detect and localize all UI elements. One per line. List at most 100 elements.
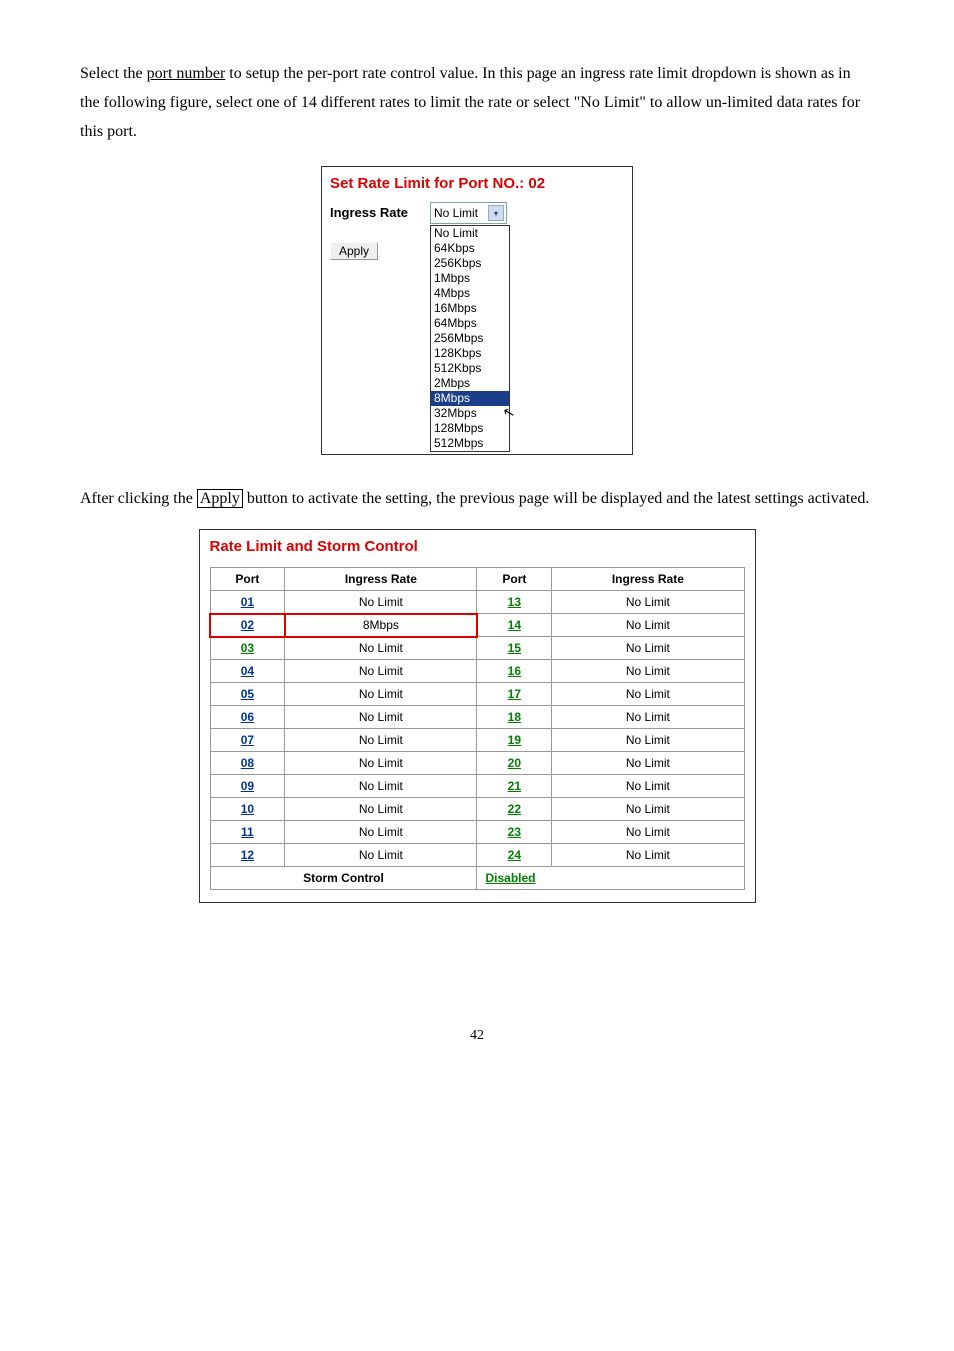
port-link[interactable]: 11 [241,825,254,839]
paragraph-2: After clicking the Apply button to activ… [80,485,874,514]
ingress-rate-option[interactable]: 128Kbps [431,346,509,361]
port-link[interactable]: 22 [508,802,521,816]
table-cell-port: 08 [210,752,285,775]
port-link[interactable]: 24 [508,848,521,862]
port-link[interactable]: 21 [508,779,521,793]
table-row: 04 No Limit 16 No Limit [210,660,744,683]
table-cell-rate: No Limit [285,660,477,683]
table-row: 09No Limit21No Limit [210,775,744,798]
port-link[interactable]: 02 [241,618,254,632]
port-link[interactable]: 20 [508,756,521,770]
table-cell-rate: No Limit [552,683,744,706]
table-cell-port: 06 [210,706,285,729]
ingress-rate-option[interactable]: 64Mbps [431,316,509,331]
table-cell-rate: No Limit [552,591,744,614]
table-cell-rate: No Limit [552,844,744,867]
port-link[interactable]: 01 [241,595,254,609]
table-cell-port: 20 [477,752,552,775]
port-link[interactable]: 09 [241,779,254,793]
table-row: 10No Limit22No Limit [210,798,744,821]
table-row: 01No Limit13No Limit [210,591,744,614]
set-rate-limit-panel: Set Rate Limit for Port NO.: 02 Ingress … [321,166,633,455]
chevron-down-icon[interactable]: ▾ [488,205,504,221]
table-row: 12 No Limit 24 No Limit [210,844,744,867]
port-link[interactable]: 07 [241,733,254,747]
para1-text-a: Select the [80,65,147,82]
table-cell-rate: No Limit [552,821,744,844]
ingress-rate-option[interactable]: 512Mbps [431,436,509,451]
ingress-rate-option[interactable]: 4Mbps [431,286,509,301]
ingress-rate-option[interactable]: 8Mbps [431,391,509,406]
table-cell-port: 22 [477,798,552,821]
ingress-rate-option[interactable]: 16Mbps [431,301,509,316]
ingress-rate-option[interactable]: No Limit [431,226,509,241]
table-cell-rate: No Limit [285,821,477,844]
ingress-rate-option[interactable]: 256Mbps [431,331,509,346]
table-cell-port: 04 [210,660,285,683]
table-cell-port: 19 [477,729,552,752]
port-link[interactable]: 17 [508,687,521,701]
ingress-rate-option[interactable]: 256Kbps [431,256,509,271]
storm-control-link[interactable]: Disabled [485,871,535,885]
table-cell-port: 14 [477,614,552,637]
table-row: 06No Limit18No Limit [210,706,744,729]
table-cell-rate: No Limit [285,683,477,706]
table-cell-rate: No Limit [552,752,744,775]
table-cell-port: 21 [477,775,552,798]
port-link[interactable]: 15 [508,641,521,655]
port-link[interactable]: 04 [241,664,254,678]
table-row: 028Mbps14No Limit [210,614,744,637]
rate-limit-table: Port Ingress Rate Port Ingress Rate 01No… [210,567,745,890]
table-cell-port: 11 [210,821,285,844]
port-link[interactable]: 08 [241,756,254,770]
table-cell-rate: No Limit [285,706,477,729]
table-cell-rate: No Limit [552,637,744,660]
port-link[interactable]: 10 [241,802,254,816]
ingress-rate-option[interactable]: 32Mbps [431,406,509,421]
page-number: 42 [80,1023,874,1048]
apply-button[interactable]: Apply [330,242,378,260]
rate-limit-storm-control-panel: Rate Limit and Storm Control Port Ingres… [199,529,756,903]
table-cell-port: 10 [210,798,285,821]
ingress-rate-option[interactable]: 1Mbps [431,271,509,286]
ingress-rate-option[interactable]: 512Kbps [431,361,509,376]
table-cell-port: 02 [210,614,285,637]
port-link[interactable]: 05 [241,687,254,701]
table-row: 07No Limit19No Limit [210,729,744,752]
table-cell-rate: No Limit [285,752,477,775]
ingress-rate-select[interactable]: No Limit ▾ [430,202,507,224]
table-cell-port: 07 [210,729,285,752]
table-cell-port: 12 [210,844,285,867]
port-link[interactable]: 03 [241,641,254,655]
table-cell-port: 23 [477,821,552,844]
port-link[interactable]: 18 [508,710,521,724]
table-cell-rate: No Limit [552,660,744,683]
port-link[interactable]: 19 [508,733,521,747]
table-cell-rate: No Limit [552,775,744,798]
ingress-rate-options-list[interactable]: ↖ No Limit64Kbps256Kbps1Mbps4Mbps16Mbps6… [430,225,510,452]
port-link[interactable]: 12 [241,848,254,862]
table-cell-rate: No Limit [552,729,744,752]
ingress-rate-option[interactable]: 64Kbps [431,241,509,256]
set-rate-limit-title: Set Rate Limit for Port NO.: 02 [322,167,632,202]
port-link[interactable]: 06 [241,710,254,724]
apply-inline-box: Apply [197,489,243,508]
para2-text-a: After clicking the [80,490,197,507]
para2-text-b: button to activate the setting, the prev… [243,490,870,507]
ingress-rate-option[interactable]: 2Mbps [431,376,509,391]
col-port-right: Port [477,568,552,591]
table-row: 08 No Limit 20 No Limit [210,752,744,775]
port-link[interactable]: 14 [508,618,521,632]
table-cell-port: 13 [477,591,552,614]
table-cell-rate: No Limit [285,844,477,867]
ingress-rate-option[interactable]: 128Mbps [431,421,509,436]
port-link[interactable]: 16 [508,664,521,678]
table-cell-port: 05 [210,683,285,706]
rate-limit-storm-control-title: Rate Limit and Storm Control [210,536,745,567]
table-cell-port: 03 [210,637,285,660]
table-cell-rate: No Limit [285,798,477,821]
table-cell-port: 09 [210,775,285,798]
port-link[interactable]: 13 [508,595,521,609]
port-number-underline: port number [147,65,226,82]
port-link[interactable]: 23 [508,825,521,839]
